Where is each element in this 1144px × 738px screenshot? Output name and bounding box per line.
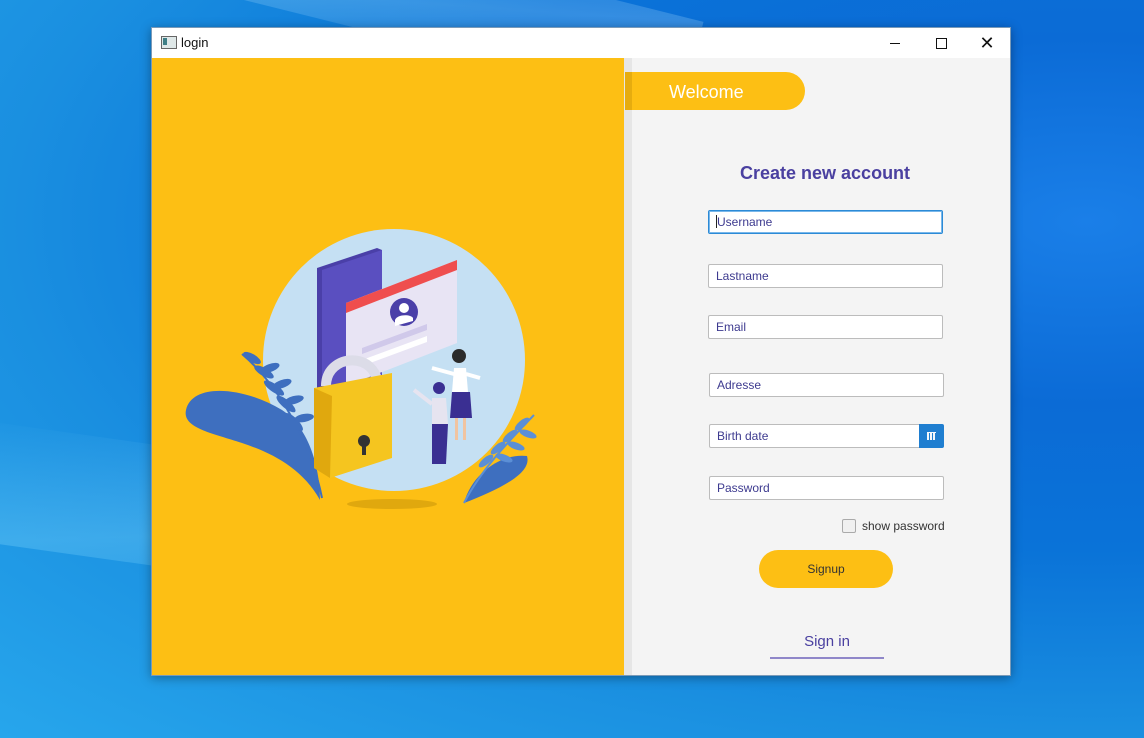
show-password-checkbox[interactable] xyxy=(842,519,856,533)
username-placeholder: Username xyxy=(717,215,773,229)
welcome-label: Welcome xyxy=(669,82,744,102)
minimize-button[interactable] xyxy=(872,28,918,58)
email-field[interactable]: Email xyxy=(708,315,943,339)
address-placeholder: Adresse xyxy=(717,378,762,392)
maximize-icon xyxy=(935,37,947,49)
username-field[interactable]: Username xyxy=(708,210,943,234)
calendar-icon xyxy=(927,432,936,440)
window-title: login xyxy=(181,35,209,50)
password-field[interactable]: Password xyxy=(709,476,944,500)
title-bar[interactable]: login ✕ xyxy=(152,28,1010,58)
show-password-label[interactable]: show password xyxy=(862,519,945,533)
lastname-field[interactable]: Lastname xyxy=(708,264,943,288)
email-placeholder: Email xyxy=(716,320,747,334)
illustration-panel xyxy=(152,58,624,675)
password-placeholder: Password xyxy=(717,481,770,495)
address-field[interactable]: Adresse xyxy=(709,373,944,397)
lastname-placeholder: Lastname xyxy=(716,269,769,283)
maximize-button[interactable] xyxy=(918,28,964,58)
welcome-tab[interactable]: Welcome xyxy=(625,72,805,110)
close-icon: ✕ xyxy=(979,33,995,53)
signin-link[interactable]: Sign in xyxy=(770,633,884,659)
signup-button[interactable]: Signup xyxy=(759,550,893,588)
security-lock-illustration xyxy=(185,229,537,509)
panel-divider xyxy=(624,58,632,675)
signin-label: Sign in xyxy=(804,633,850,650)
minimize-icon xyxy=(890,42,900,44)
welcome-tab-accent xyxy=(625,72,632,110)
signup-label: Signup xyxy=(807,562,845,576)
form-heading: Create new account xyxy=(740,163,911,183)
app-window: login ✕ Welcome Create new account Usern… xyxy=(151,27,1011,676)
birth-date-field[interactable]: Birth date xyxy=(709,424,920,448)
close-button[interactable]: ✕ xyxy=(964,28,1010,58)
birth-date-placeholder: Birth date xyxy=(717,429,769,443)
window-icon xyxy=(161,36,177,49)
date-picker-button[interactable] xyxy=(919,424,944,448)
